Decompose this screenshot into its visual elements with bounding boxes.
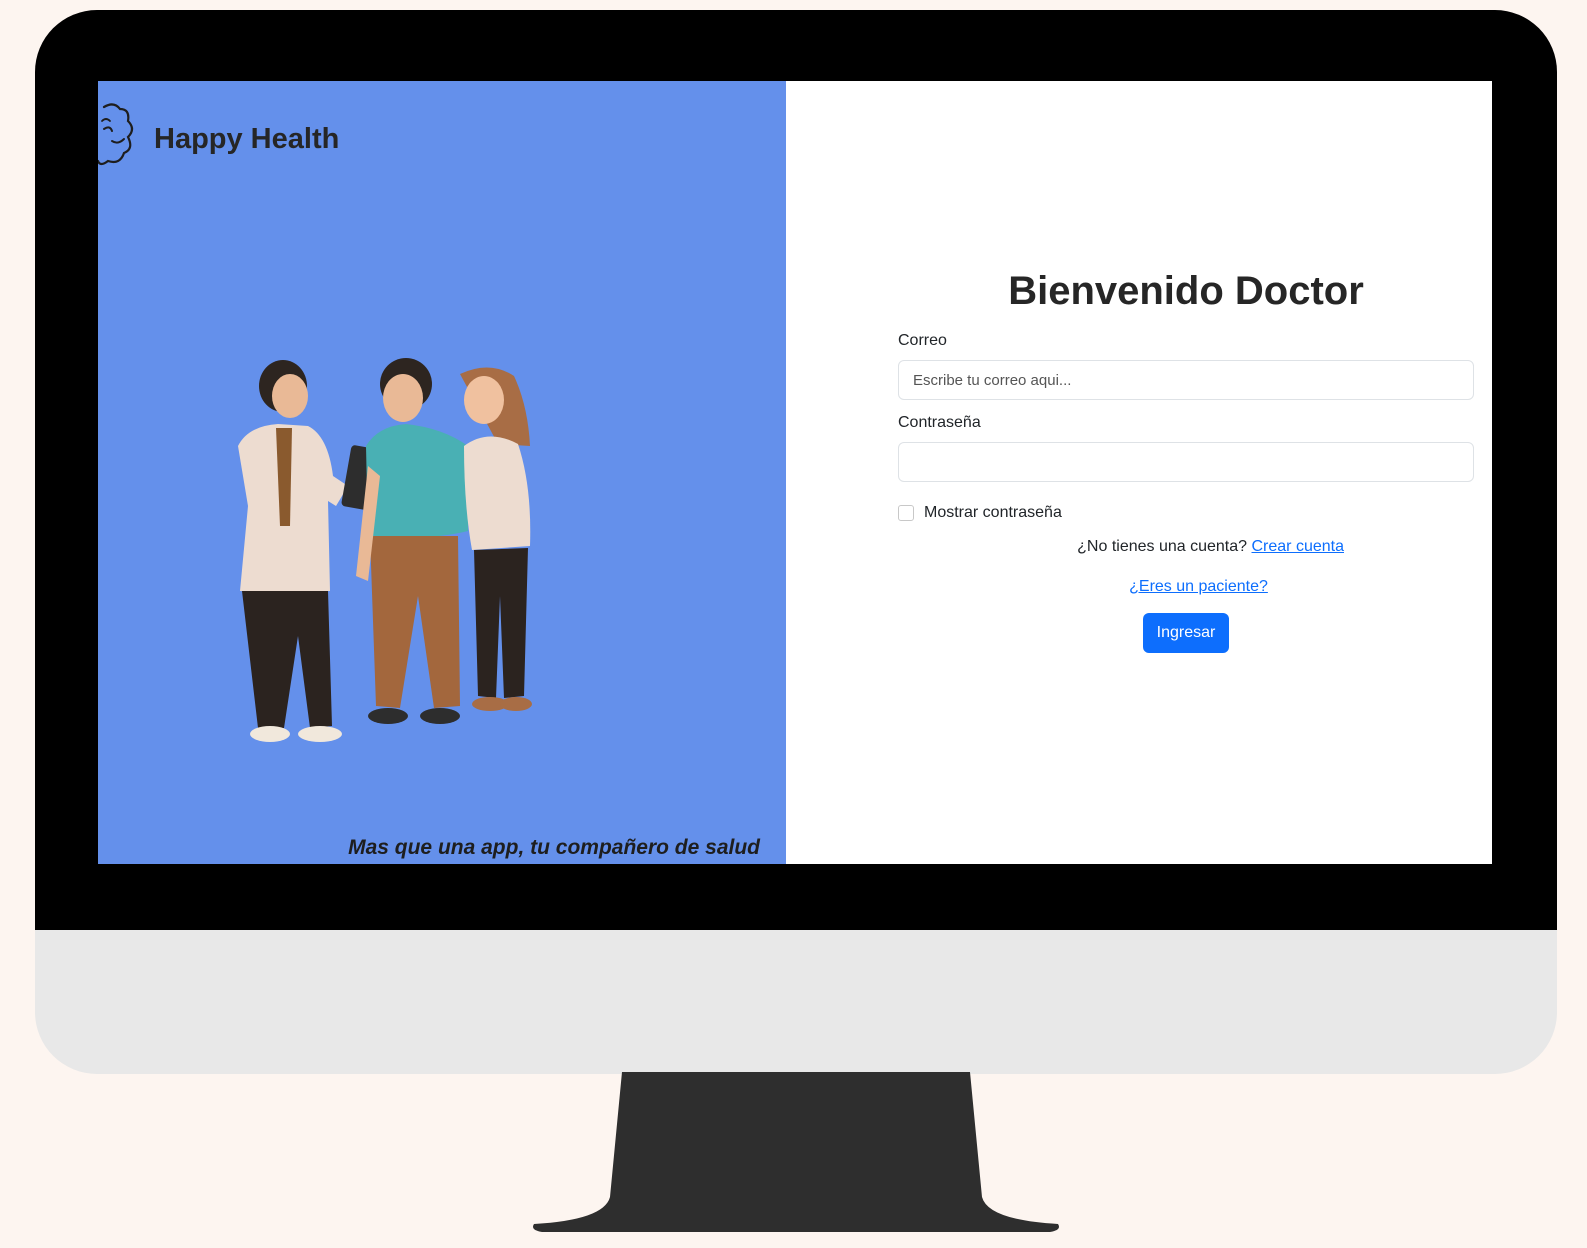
show-password-checkbox[interactable] bbox=[898, 505, 914, 521]
monitor-stand bbox=[533, 1072, 1059, 1232]
monitor-chin bbox=[35, 930, 1557, 1074]
password-field[interactable] bbox=[898, 442, 1474, 482]
brand-name: Happy Health bbox=[154, 122, 340, 155]
no-account-text: ¿No tienes una cuenta? bbox=[1077, 538, 1248, 555]
patient-row: ¿Eres un paciente? bbox=[898, 578, 1474, 596]
login-button[interactable]: Ingresar bbox=[1142, 613, 1230, 653]
woman-figure bbox=[460, 367, 532, 711]
show-password-row: Mostrar contraseña bbox=[898, 504, 1474, 522]
email-label: Correo bbox=[898, 332, 947, 349]
doctor-patients-illustration bbox=[238, 358, 532, 742]
doctor-figure bbox=[238, 360, 348, 742]
email-field[interactable] bbox=[898, 360, 1474, 400]
patient-figure bbox=[356, 358, 468, 724]
login-panel: Bienvenido Doctor Correo Contraseña Most… bbox=[786, 81, 1492, 864]
create-account-link[interactable]: Crear cuenta bbox=[1252, 538, 1345, 555]
app-screen: Happy Health Mas que una app, tu compañe… bbox=[98, 81, 1492, 864]
login-form: Bienvenido Doctor Correo Contraseña Most… bbox=[898, 269, 1474, 653]
tagline: Mas que una app, tu compañero de salud bbox=[348, 836, 760, 859]
submit-row: Ingresar bbox=[898, 613, 1474, 653]
show-password-label[interactable]: Mostrar contraseña bbox=[924, 504, 1062, 522]
password-label: Contraseña bbox=[898, 414, 981, 431]
page-title: Bienvenido Doctor bbox=[1008, 269, 1364, 313]
patient-link[interactable]: ¿Eres un paciente? bbox=[1129, 578, 1268, 595]
brand-panel: Happy Health Mas que una app, tu compañe… bbox=[98, 81, 786, 864]
create-account-row: ¿No tienes una cuenta? Crear cuenta bbox=[898, 538, 1474, 556]
brain-logo-icon bbox=[98, 103, 134, 166]
brand-header: Happy Health bbox=[98, 99, 339, 179]
